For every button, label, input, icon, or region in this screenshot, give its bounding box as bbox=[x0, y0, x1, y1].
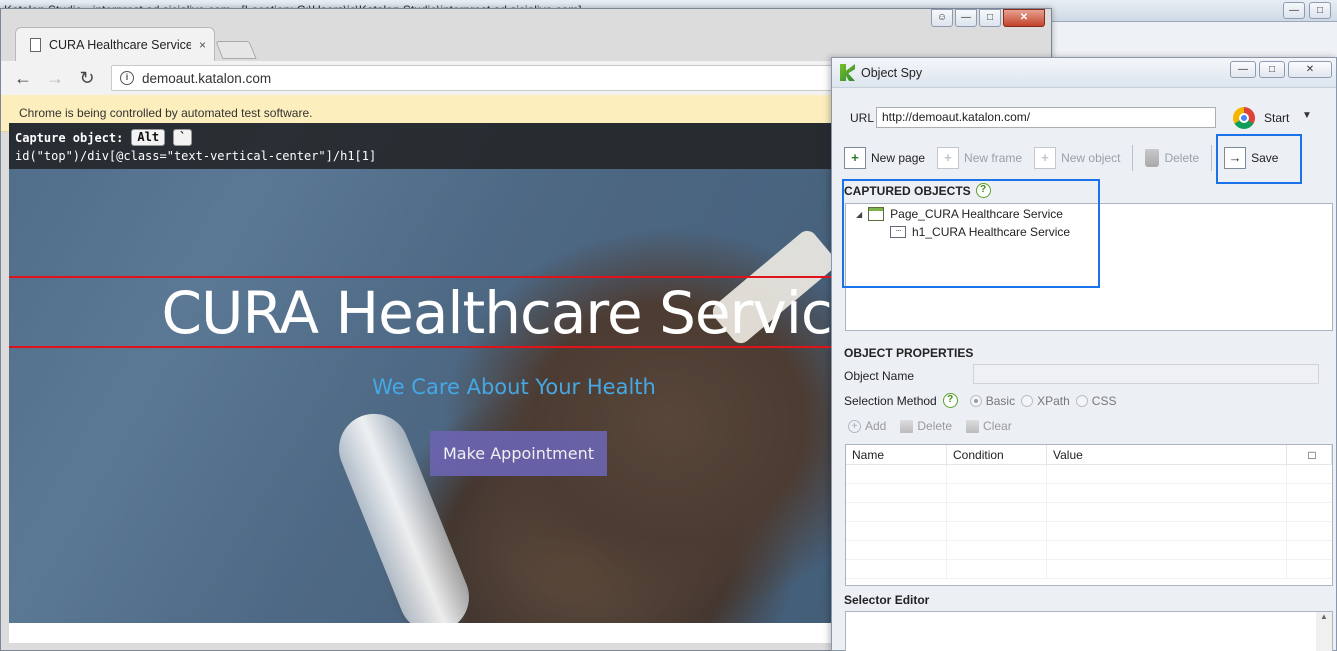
reload-icon[interactable]: ↻ bbox=[73, 64, 101, 92]
table-row bbox=[846, 465, 1332, 484]
trash-icon bbox=[966, 419, 980, 433]
object-spy-title: Object Spy bbox=[861, 65, 923, 80]
property-actions: + Add Delete Clear bbox=[848, 419, 1012, 433]
properties-table[interactable]: Name Condition Value □ bbox=[845, 444, 1333, 586]
new-page-button[interactable]: + New page bbox=[844, 147, 925, 169]
add-property-button[interactable]: + Add bbox=[848, 419, 886, 433]
tab-cura[interactable]: CURA Healthcare Service × bbox=[15, 27, 215, 61]
address-url: demoaut.katalon.com bbox=[142, 70, 272, 86]
info-icon[interactable]: i bbox=[120, 71, 134, 85]
object-spy-title-bar: Object Spy — □ ✕ bbox=[832, 58, 1336, 88]
capture-xpath: id("top")/div[@class="text-vertical-cent… bbox=[15, 149, 377, 163]
save-highlight-box bbox=[1216, 134, 1302, 184]
studio-window-controls: — □ bbox=[1277, 0, 1337, 22]
new-page-icon: + bbox=[844, 147, 866, 169]
spy-close-button[interactable]: ✕ bbox=[1288, 61, 1332, 78]
katalon-logo-icon bbox=[840, 64, 855, 81]
column-name[interactable]: Name bbox=[846, 445, 947, 464]
spy-toolbar: + New page + New frame + New object Dele… bbox=[844, 142, 1278, 174]
tab-close-icon[interactable]: × bbox=[199, 38, 206, 52]
column-condition[interactable]: Condition bbox=[947, 445, 1047, 464]
table-row bbox=[846, 560, 1332, 579]
page-footer bbox=[9, 623, 831, 643]
highlight-top-line bbox=[9, 276, 831, 278]
add-icon: + bbox=[848, 419, 861, 433]
new-frame-label: New frame bbox=[964, 151, 1023, 165]
delete-property-button[interactable]: Delete bbox=[900, 419, 952, 433]
object-name-input[interactable] bbox=[973, 364, 1319, 384]
radio-xpath[interactable]: XPath bbox=[1021, 394, 1070, 408]
backtick-key: ` bbox=[173, 129, 193, 146]
column-value[interactable]: Value bbox=[1047, 445, 1287, 464]
new-frame-button[interactable]: + New frame bbox=[937, 147, 1022, 169]
delete-button[interactable]: Delete bbox=[1145, 149, 1199, 167]
radio-basic[interactable]: Basic bbox=[969, 393, 1016, 408]
new-page-label: New page bbox=[871, 151, 926, 165]
trash-icon bbox=[900, 419, 914, 433]
spy-window-controls: — □ ✕ bbox=[1230, 61, 1332, 78]
radio-indicator bbox=[1075, 394, 1088, 407]
start-button[interactable]: Start bbox=[1264, 111, 1289, 125]
selector-editor[interactable]: ▲ bbox=[845, 611, 1333, 651]
url-input[interactable]: http://demoaut.katalon.com/ bbox=[876, 107, 1216, 128]
radio-basic-label: Basic bbox=[985, 393, 1016, 408]
table-row bbox=[846, 522, 1332, 541]
spy-minimize-button[interactable]: — bbox=[1230, 61, 1256, 78]
table-row bbox=[846, 541, 1332, 560]
new-object-icon: + bbox=[1034, 147, 1057, 169]
delete-property-label: Delete bbox=[917, 419, 953, 433]
table-row bbox=[846, 484, 1332, 503]
alt-key: Alt bbox=[131, 129, 166, 146]
radio-css-label: CSS bbox=[1091, 393, 1117, 408]
scroll-up-icon[interactable]: ▲ bbox=[1320, 612, 1328, 621]
start-dropdown-icon[interactable]: ▼ bbox=[1302, 110, 1312, 121]
hero-title-clip: CURA Healthcare Service bbox=[9, 123, 831, 623]
object-spy-window: Object Spy — □ ✕ URL http://demoaut.kata… bbox=[831, 57, 1337, 651]
back-icon[interactable]: ← bbox=[9, 64, 37, 92]
help-icon[interactable]: ? bbox=[942, 393, 958, 408]
radio-indicator bbox=[969, 394, 982, 407]
toolbar-separator bbox=[1132, 145, 1134, 171]
table-row bbox=[846, 503, 1332, 522]
clear-properties-button[interactable]: Clear bbox=[966, 419, 1012, 433]
studio-maximize-button[interactable]: □ bbox=[1309, 2, 1331, 19]
selection-method-row: Selection Method ? Basic XPath CSS bbox=[844, 393, 1116, 408]
new-frame-icon: + bbox=[937, 147, 960, 169]
tab-strip: CURA Healthcare Service × bbox=[1, 23, 1051, 61]
add-label: Add bbox=[865, 419, 887, 433]
capture-object-bar: Capture object: Alt ` id("top")/div[@cla… bbox=[9, 123, 831, 169]
studio-minimize-button[interactable]: — bbox=[1283, 2, 1305, 19]
forward-icon[interactable]: → bbox=[41, 64, 69, 92]
new-object-button[interactable]: + New object bbox=[1034, 147, 1120, 169]
trash-icon bbox=[1145, 149, 1160, 167]
capture-label: Capture object: bbox=[15, 130, 124, 145]
highlight-bottom-line bbox=[9, 346, 831, 348]
hero-title[interactable]: CURA Healthcare Service bbox=[9, 280, 831, 346]
clear-label: Clear bbox=[983, 419, 1012, 433]
new-object-label: New object bbox=[1061, 151, 1121, 165]
url-label: URL bbox=[850, 111, 875, 125]
delete-label: Delete bbox=[1164, 151, 1200, 165]
page-icon bbox=[30, 37, 41, 52]
selector-editor-label: Selector Editor bbox=[844, 593, 930, 607]
select-all-checkbox[interactable]: □ bbox=[1287, 445, 1332, 464]
toolbar-separator bbox=[1211, 145, 1213, 171]
studio-toolbar-strip bbox=[1050, 22, 1337, 62]
captured-objects-highlight-box bbox=[842, 179, 1100, 288]
new-tab-button[interactable] bbox=[215, 41, 257, 59]
properties-table-header: Name Condition Value □ bbox=[846, 445, 1332, 465]
radio-css[interactable]: CSS bbox=[1075, 393, 1117, 408]
scrollbar[interactable]: ▲ bbox=[1316, 612, 1332, 651]
address-bar[interactable]: i demoaut.katalon.com bbox=[111, 65, 846, 91]
tab-title: CURA Healthcare Service bbox=[49, 37, 191, 52]
object-properties-label: OBJECT PROPERTIES bbox=[844, 346, 974, 360]
spy-maximize-button[interactable]: □ bbox=[1259, 61, 1285, 78]
object-name-label: Object Name bbox=[844, 369, 915, 383]
radio-indicator bbox=[1021, 394, 1034, 407]
chrome-browser-icon[interactable] bbox=[1233, 107, 1255, 129]
selection-method-label: Selection Method bbox=[844, 393, 937, 408]
radio-xpath-label: XPath bbox=[1037, 393, 1070, 408]
